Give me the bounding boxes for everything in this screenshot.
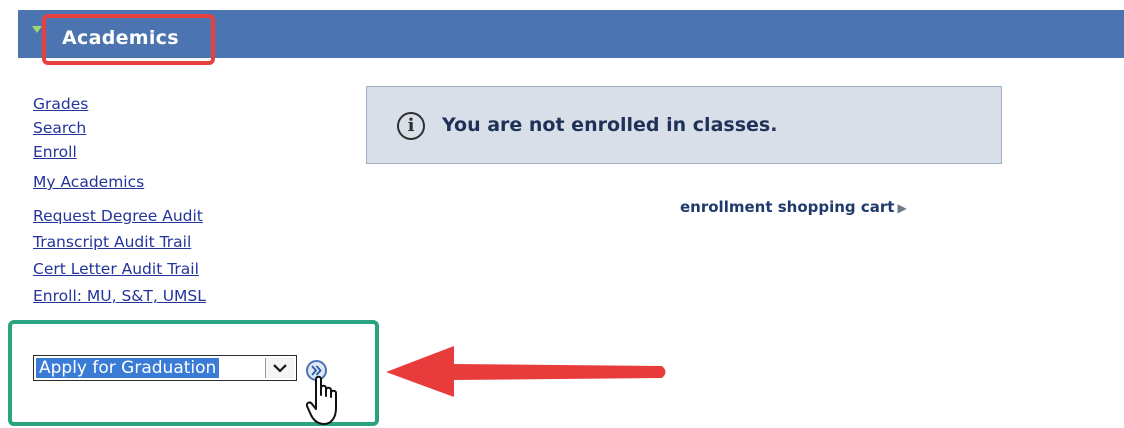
search-link[interactable]: Search bbox=[33, 118, 86, 138]
chevron-down-icon[interactable] bbox=[265, 358, 294, 378]
enrollment-shopping-cart-link[interactable]: enrollment shopping cart ▶ bbox=[680, 197, 907, 218]
info-icon: i bbox=[397, 112, 425, 140]
grades-link[interactable]: Grades bbox=[33, 94, 88, 114]
cert-letter-audit-trail-link[interactable]: Cert Letter Audit Trail bbox=[33, 259, 199, 279]
transcript-audit-trail-link[interactable]: Transcript Audit Trail bbox=[33, 232, 191, 252]
enroll-link[interactable]: Enroll bbox=[33, 142, 77, 162]
play-arrow-icon: ▶ bbox=[897, 201, 907, 215]
request-degree-audit-link[interactable]: Request Degree Audit bbox=[33, 206, 203, 226]
academics-highlight-box bbox=[42, 14, 215, 65]
hand-cursor-icon bbox=[306, 375, 337, 425]
enroll-mu-st-umsl-link[interactable]: Enroll: MU, S&T, UMSL bbox=[33, 286, 206, 306]
cart-link-label: enrollment shopping cart bbox=[680, 198, 895, 216]
my-academics-link[interactable]: My Academics bbox=[33, 172, 144, 192]
select-value: Apply for Graduation bbox=[36, 358, 220, 378]
not-enrolled-message: You are not enrolled in classes. bbox=[442, 114, 778, 136]
red-arrow-icon bbox=[386, 346, 666, 397]
academics-action-select[interactable]: Apply for Graduation bbox=[33, 355, 297, 381]
expand-triangle-icon[interactable] bbox=[32, 26, 42, 33]
